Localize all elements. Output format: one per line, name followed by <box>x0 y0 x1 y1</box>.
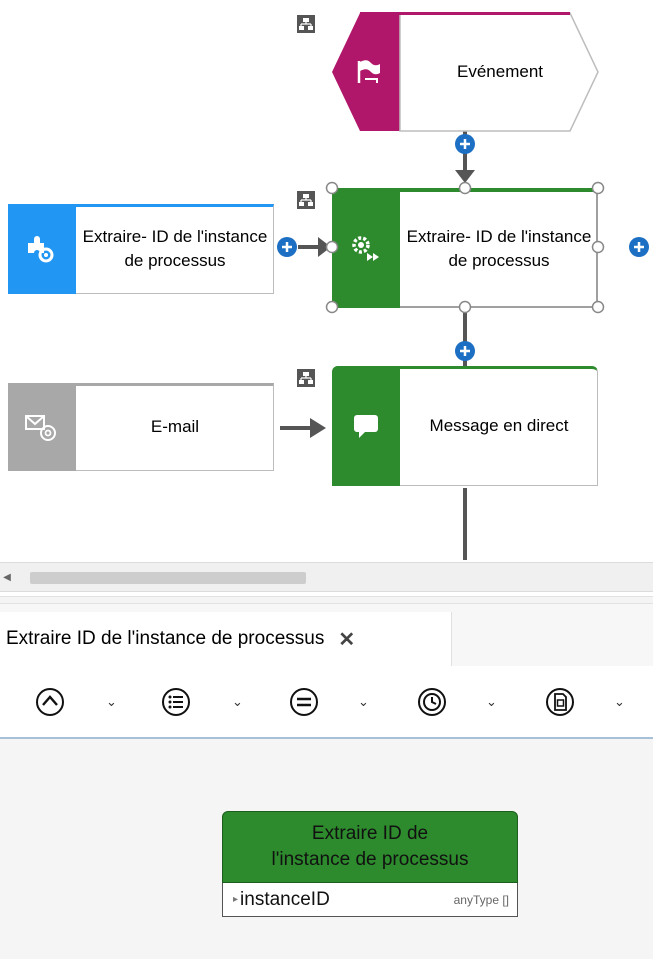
dropdown-chevron-icon[interactable]: ⌄ <box>486 694 497 710</box>
close-icon[interactable]: ✕ <box>338 627 355 652</box>
puzzle-gear-icon <box>14 228 68 268</box>
signature-title: Extraire ID de l'instance de processus <box>271 823 469 870</box>
dropdown-chevron-icon[interactable]: ⌄ <box>106 694 117 710</box>
task-message-label: Message en direct <box>429 416 569 435</box>
add-connection-button[interactable] <box>628 236 650 258</box>
dropdown-chevron-icon[interactable]: ⌄ <box>232 694 243 710</box>
parameter-type: anyType [] <box>453 892 509 907</box>
equals-circle-icon[interactable] <box>288 686 320 718</box>
horizontal-scrollbar[interactable]: ◀ <box>0 562 653 592</box>
clock-circle-icon[interactable] <box>416 686 448 718</box>
toolbar: ⌄ ⌄ ⌄ ⌄ ⌄ <box>0 666 653 739</box>
expand-arrow-icon[interactable]: ▸ <box>233 894 238 905</box>
selection-handles[interactable] <box>324 180 606 316</box>
parameter-name: instanceID <box>240 888 330 910</box>
signature-header: Extraire ID de l'instance de processus <box>222 811 518 883</box>
service-label: Extraire- ID de l'instance de processus <box>82 227 268 270</box>
process-diagram-canvas[interactable]: Evénement Extraire- ID de l'instance de … <box>0 0 653 560</box>
panel-separator[interactable] <box>0 596 653 604</box>
chevron-up-circle-icon[interactable] <box>34 686 66 718</box>
email-label: E-mail <box>150 417 200 436</box>
dropdown-chevron-icon[interactable]: ⌄ <box>614 694 625 710</box>
list-circle-icon[interactable] <box>160 686 192 718</box>
add-connection-button[interactable] <box>276 236 298 258</box>
hierarchy-icon <box>297 15 315 33</box>
scroll-left-icon[interactable]: ◀ <box>2 571 12 583</box>
scrollbar-thumb[interactable] <box>30 572 306 584</box>
tab-title: Extraire ID de l'instance de processus <box>6 628 325 649</box>
add-connection-button[interactable] <box>454 340 476 362</box>
dropdown-chevron-icon[interactable]: ⌄ <box>358 694 369 710</box>
tab-extract-id[interactable]: Extraire ID de l'instance de processus ✕ <box>0 612 452 666</box>
email-at-icon <box>14 407 68 447</box>
parameter-row[interactable]: ▸ instanceID anyType [] <box>222 883 518 917</box>
hierarchy-icon <box>297 191 315 209</box>
chat-bubble-icon <box>338 404 394 448</box>
function-signature-box[interactable]: Extraire ID de l'instance de processus ▸… <box>222 811 518 919</box>
add-connection-button[interactable] <box>454 133 476 155</box>
flag-event-icon <box>346 52 390 92</box>
hierarchy-icon <box>297 369 315 387</box>
document-circle-icon[interactable] <box>544 686 576 718</box>
event-label: Evénement <box>457 62 543 81</box>
